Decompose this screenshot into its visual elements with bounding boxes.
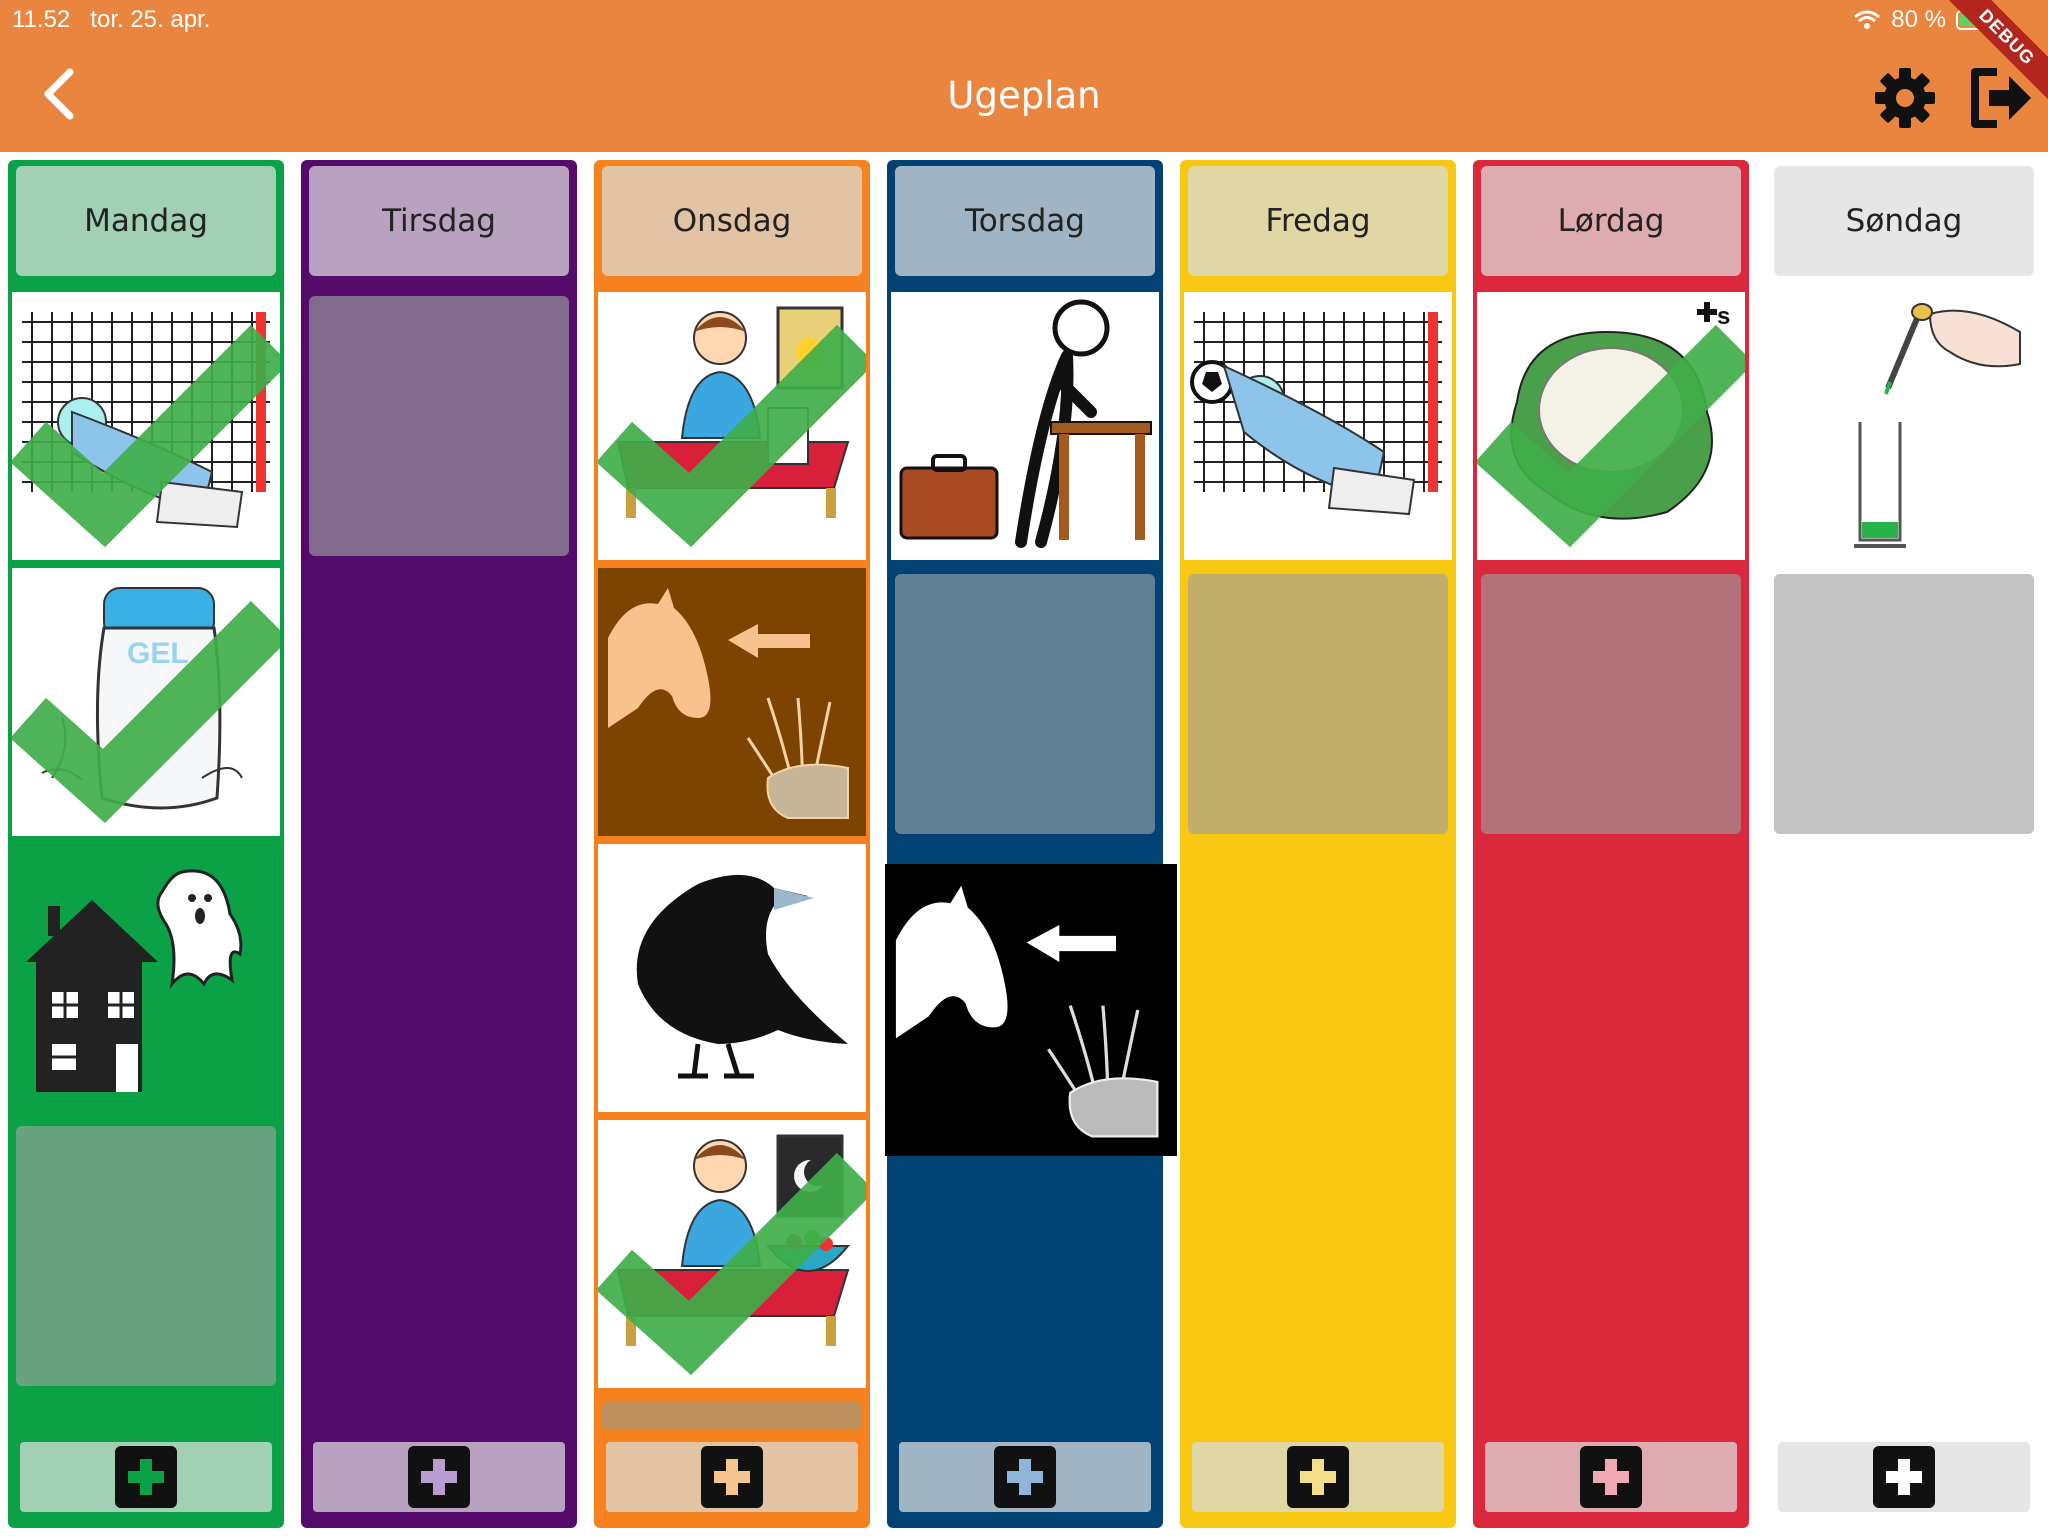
- person-at-desk-briefcase-icon: [891, 292, 1159, 560]
- day-column-tirsdag: Tirsdag: [301, 160, 577, 1528]
- activity-tile-desk-work[interactable]: [891, 292, 1159, 560]
- day-column-fredag: Fredag: [1180, 160, 1456, 1528]
- activity-tile-cauliflower[interactable]: s: [1477, 292, 1745, 560]
- activity-tile-horse-feed-dragging[interactable]: [885, 864, 1177, 1156]
- day-header-lordag[interactable]: Lørdag: [1481, 166, 1741, 276]
- svg-text:GEL: GEL: [127, 637, 189, 670]
- day-header-sondag[interactable]: Søndag: [1774, 166, 2034, 276]
- add-activity-button-lordag[interactable]: [1485, 1442, 1737, 1512]
- goalkeeper-icon: [1184, 292, 1452, 560]
- activity-tile-gel[interactable]: GEL: [12, 568, 280, 836]
- child-breakfast-icon: [598, 292, 866, 560]
- activity-tile-pipette[interactable]: [1770, 292, 2038, 560]
- plus-icon: [115, 1446, 177, 1508]
- app-bar: 11.52 tor. 25. apr. 80 % Ugeplan DEBUG: [0, 0, 2048, 152]
- day-column-onsdag: Onsdag: [594, 160, 870, 1528]
- plus-icon: [701, 1446, 763, 1508]
- haunted-house-ghost-icon: [12, 844, 280, 1112]
- day-column-torsdag: Torsdag: [885, 160, 1177, 1528]
- empty-slot[interactable]: [1774, 574, 2034, 834]
- empty-slot[interactable]: [1188, 574, 1448, 834]
- raven-icon: [598, 844, 866, 1112]
- add-activity-button-tirsdag[interactable]: [313, 1442, 565, 1512]
- day-header-tirsdag[interactable]: Tirsdag: [309, 166, 569, 276]
- empty-slot[interactable]: [602, 1402, 862, 1430]
- day-column-mandag: Mandag GEL: [8, 160, 284, 1528]
- day-column-sondag: Søndag: [1766, 160, 2042, 1528]
- empty-slot[interactable]: [895, 574, 1155, 834]
- day-header-mandag[interactable]: Mandag: [16, 166, 276, 276]
- status-date: tor. 25. apr.: [90, 6, 211, 33]
- status-time: 11.52 tor. 25. apr.: [12, 6, 210, 34]
- status-clock: 11.52: [12, 6, 71, 33]
- day-header-torsdag[interactable]: Torsdag: [895, 166, 1155, 276]
- activity-tile-haunted-house[interactable]: [12, 844, 280, 1112]
- wifi-icon: [1854, 10, 1881, 29]
- goalkeeper-icon: [12, 292, 280, 560]
- battery-percent: 80 %: [1891, 6, 1946, 33]
- day-column-lordag: Lørdag s: [1473, 160, 1749, 1528]
- plus-icon: [1580, 1446, 1642, 1508]
- add-activity-button-fredag[interactable]: [1192, 1442, 1444, 1512]
- day-header-fredag[interactable]: Fredag: [1188, 166, 1448, 276]
- activity-tile-goalkeeper[interactable]: [1184, 292, 1452, 560]
- plus-icon: [994, 1446, 1056, 1508]
- activity-tile-breakfast[interactable]: [598, 292, 866, 560]
- plus-icon: [1287, 1446, 1349, 1508]
- child-dinner-icon: [598, 1120, 866, 1388]
- activity-tile-raven[interactable]: [598, 844, 866, 1112]
- cauliflower-icon: s: [1477, 292, 1745, 560]
- empty-slot[interactable]: [309, 296, 569, 556]
- pipette-measuring-cylinder-icon: [1770, 292, 2038, 560]
- activity-tile-goalkeeper[interactable]: [12, 292, 280, 560]
- empty-slot[interactable]: [16, 1126, 276, 1386]
- add-activity-button-sondag[interactable]: [1778, 1442, 2030, 1512]
- svg-text:s: s: [1717, 303, 1730, 330]
- gel-bottle-icon: GEL: [12, 568, 280, 836]
- activity-tile-horse-feed[interactable]: [598, 568, 866, 836]
- empty-slot[interactable]: [1481, 574, 1741, 834]
- add-activity-button-onsdag[interactable]: [606, 1442, 858, 1512]
- horse-eats-grain-icon: [885, 864, 1177, 1156]
- day-header-onsdag[interactable]: Onsdag: [602, 166, 862, 276]
- add-activity-button-torsdag[interactable]: [899, 1442, 1151, 1512]
- add-activity-button-mandag[interactable]: [20, 1442, 272, 1512]
- activity-tile-dinner[interactable]: [598, 1120, 866, 1388]
- plus-icon: [1873, 1446, 1935, 1508]
- settings-button[interactable]: [1873, 66, 1937, 130]
- page-title: Ugeplan: [947, 74, 1101, 117]
- horse-eats-grain-icon: [598, 568, 866, 836]
- plus-icon: [408, 1446, 470, 1508]
